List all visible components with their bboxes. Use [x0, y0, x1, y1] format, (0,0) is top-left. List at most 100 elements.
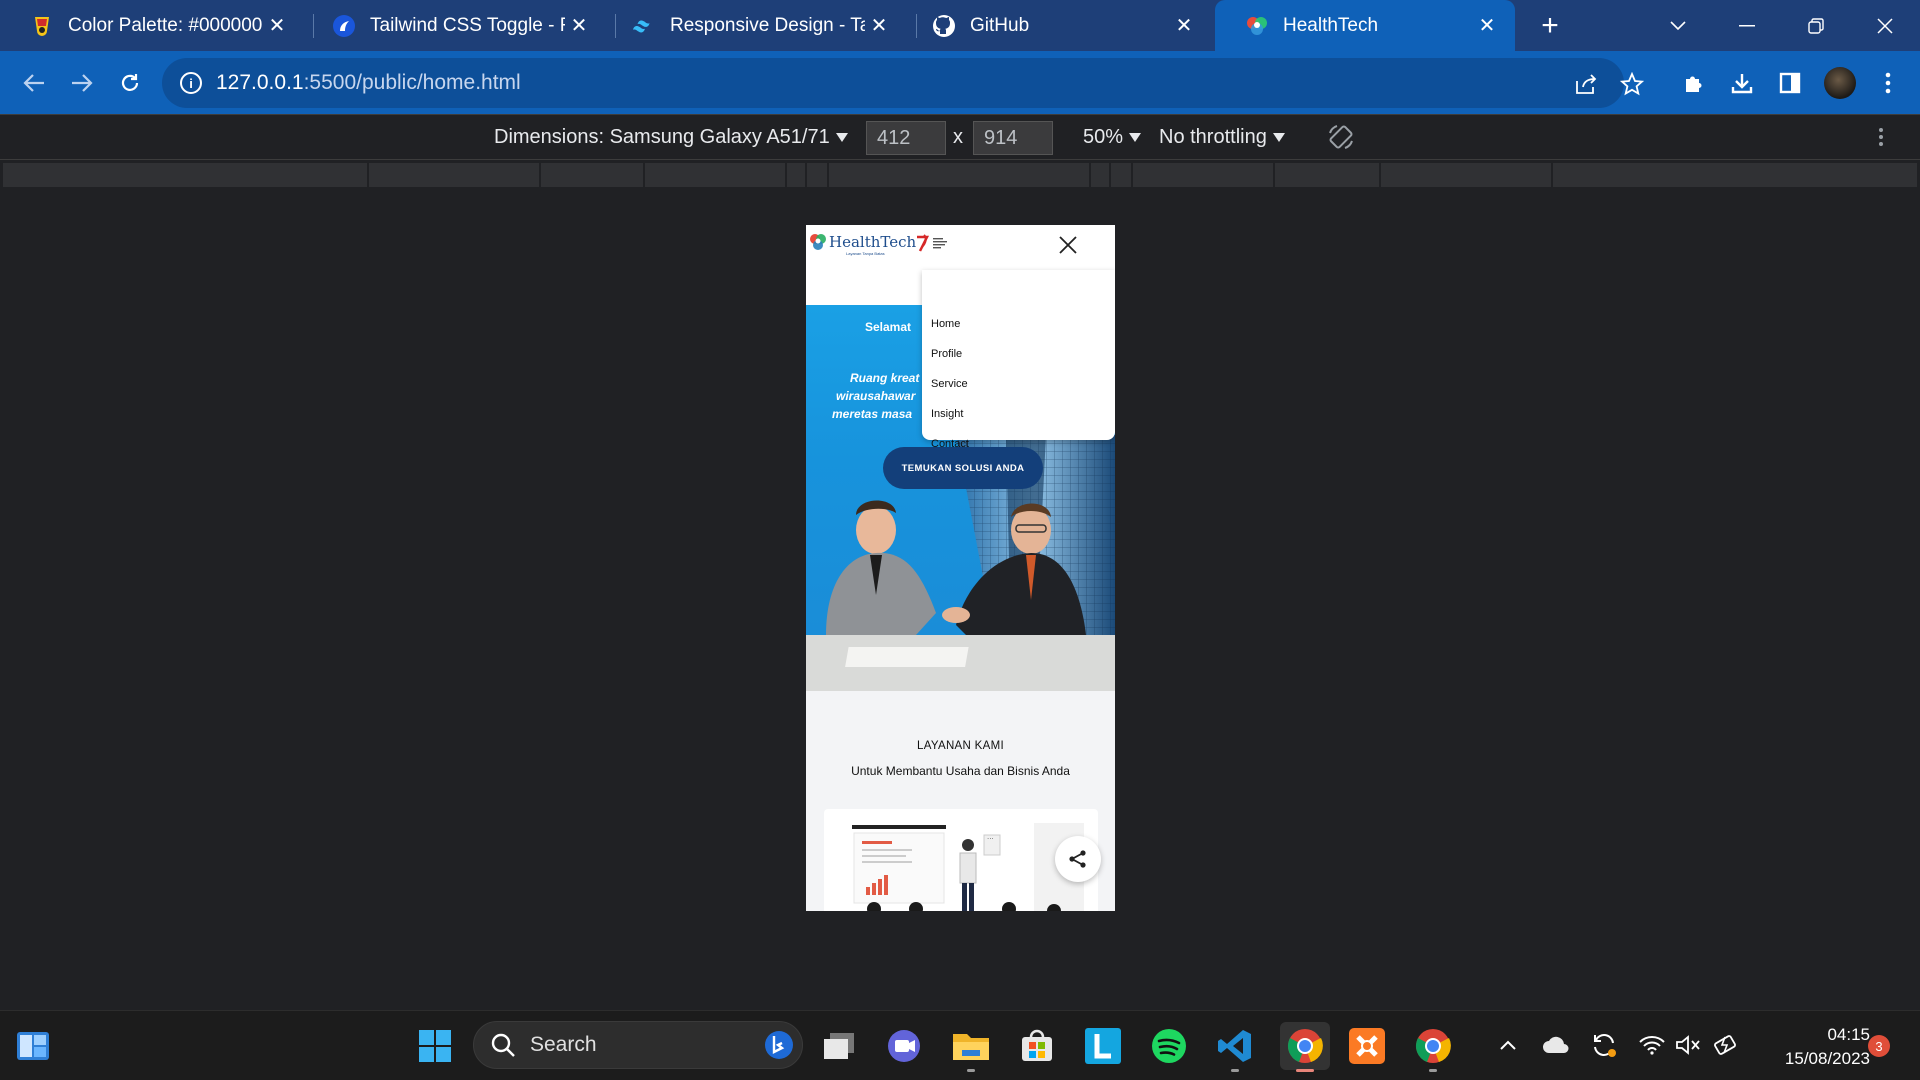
menu-item-profile[interactable]: Profile: [931, 348, 962, 360]
nav-dropdown-menu: Home Profile Service Insight Contact: [922, 270, 1115, 450]
notification-badge[interactable]: 3: [1868, 1035, 1890, 1057]
close-menu-icon[interactable]: [1056, 233, 1080, 257]
media-query-segment[interactable]: [1275, 163, 1379, 187]
close-tab-icon[interactable]: ✕: [865, 12, 893, 40]
teams-chat-icon[interactable]: [883, 1025, 925, 1067]
menu-item-contact[interactable]: Contact: [931, 438, 969, 450]
services-section: LAYANAN KAMI Untuk Membantu Usaha dan Bi…: [806, 691, 1115, 911]
restore-window-icon[interactable]: [1786, 0, 1846, 51]
taskbar-search[interactable]: Search: [473, 1021, 803, 1069]
viewport-width-input[interactable]: 412: [866, 121, 946, 155]
tab-healthtech[interactable]: HealthTech ✕: [1215, 0, 1515, 51]
clock-time: 04:15: [1827, 1025, 1870, 1044]
reload-button[interactable]: [106, 51, 154, 114]
tab-tailwind-toggle[interactable]: Tailwind CSS Toggle - Flow ✕: [302, 0, 607, 51]
close-tab-icon[interactable]: ✕: [1473, 12, 1501, 40]
close-tab-icon[interactable]: ✕: [1170, 12, 1198, 40]
show-hidden-icons[interactable]: [1492, 1029, 1524, 1061]
downloads-icon[interactable]: [1718, 51, 1766, 114]
search-icon: [491, 1033, 515, 1057]
tab-search-icon[interactable]: [1648, 0, 1708, 51]
close-tab-icon[interactable]: ✕: [263, 12, 291, 40]
running-indicator-active: [1296, 1069, 1314, 1072]
back-button[interactable]: [10, 51, 58, 114]
hero-tagline-line: Ruang kreat: [850, 371, 920, 385]
device-toolbar: Dimensions: Samsung Galaxy A51/71 412 x …: [0, 114, 1920, 160]
system-clock[interactable]: 04:15 15/08/2023: [1760, 1023, 1870, 1071]
media-query-segment[interactable]: [829, 163, 1089, 187]
microsoft-store-icon[interactable]: [1016, 1025, 1058, 1067]
widgets-icon[interactable]: [12, 1025, 54, 1067]
throttling-select[interactable]: No throttling: [1159, 115, 1285, 159]
close-tab-icon[interactable]: ✕: [565, 12, 593, 40]
dropdown-caret-icon: [1272, 132, 1285, 142]
browser-toolbar: i 127.0.0.1:5500/public/home.html: [0, 51, 1920, 114]
media-query-segment[interactable]: [369, 163, 539, 187]
url-path: :5500/public/home.html: [303, 71, 521, 94]
extensions-puzzle-icon[interactable]: [1670, 51, 1718, 114]
profile-avatar[interactable]: [1824, 67, 1856, 99]
close-window-icon[interactable]: [1855, 0, 1915, 51]
rotate-device-icon[interactable]: [1326, 115, 1356, 159]
xampp-icon[interactable]: [1346, 1025, 1388, 1067]
viewport-height-input[interactable]: 914: [973, 121, 1053, 155]
zoom-value: 50%: [1083, 125, 1124, 148]
new-tab-button[interactable]: +: [1520, 0, 1580, 51]
tab-github[interactable]: GitHub ✕: [902, 0, 1212, 51]
minimize-window-icon[interactable]: [1717, 0, 1777, 51]
clock-date: 15/08/2023: [1784, 1049, 1870, 1068]
viewport-height-value: 914: [984, 126, 1018, 149]
find-solution-button[interactable]: TEMUKAN SOLUSI ANDA: [883, 447, 1043, 489]
share-page-icon[interactable]: [1572, 70, 1600, 98]
address-bar[interactable]: i 127.0.0.1:5500/public/home.html: [162, 58, 1644, 108]
task-view-icon[interactable]: [818, 1025, 860, 1067]
viewport-width-value: 412: [877, 126, 911, 149]
media-query-segment[interactable]: [541, 163, 643, 187]
media-query-segment[interactable]: [1111, 163, 1131, 187]
start-windows-icon[interactable]: [414, 1025, 456, 1067]
site-info-icon[interactable]: i: [180, 72, 202, 94]
bing-icon[interactable]: [764, 1030, 794, 1060]
media-query-segment[interactable]: [807, 163, 827, 187]
media-query-segment[interactable]: [787, 163, 805, 187]
file-explorer-icon[interactable]: [950, 1025, 992, 1067]
side-panel-icon[interactable]: [1766, 51, 1814, 114]
media-query-bar: [0, 160, 1920, 190]
bookmark-star-icon[interactable]: [1618, 70, 1646, 98]
chrome-profile-icon[interactable]: [1412, 1025, 1454, 1067]
device-dimensions-select[interactable]: Dimensions: Samsung Galaxy A51/71: [494, 115, 848, 159]
menu-item-home[interactable]: Home: [931, 318, 960, 330]
media-query-segment[interactable]: [3, 163, 367, 187]
browser-menu-icon[interactable]: [1864, 51, 1912, 114]
l-app-icon[interactable]: [1082, 1025, 1124, 1067]
running-indicator: [967, 1069, 975, 1072]
battery-charging-icon[interactable]: [1710, 1029, 1742, 1061]
healthtech-logo-icon[interactable]: [809, 233, 827, 251]
spotify-icon[interactable]: [1148, 1025, 1190, 1067]
sync-update-icon[interactable]: [1588, 1029, 1620, 1061]
windows-taskbar: Search 04:15 15/08/2023 3: [0, 1010, 1920, 1080]
media-query-segment[interactable]: [1133, 163, 1273, 187]
tab-responsive-design[interactable]: Responsive Design - Tailw ✕: [602, 0, 907, 51]
media-query-segment[interactable]: [1091, 163, 1109, 187]
dropdown-caret-icon: [1129, 132, 1142, 142]
wifi-icon[interactable]: [1636, 1029, 1668, 1061]
tailwind-favicon-icon: [632, 14, 656, 38]
site-logo-text[interactable]: HealthTech: [829, 233, 916, 251]
zoom-select[interactable]: 50%: [1083, 115, 1142, 159]
vscode-icon[interactable]: [1214, 1025, 1256, 1067]
menu-item-service[interactable]: Service: [931, 378, 968, 390]
onedrive-cloud-icon[interactable]: [1540, 1029, 1572, 1061]
url-text: 127.0.0.1:5500/public/home.html: [216, 71, 521, 95]
chrome-active-icon[interactable]: [1280, 1022, 1330, 1070]
device-toolbar-more-icon[interactable]: [1878, 115, 1884, 159]
share-button[interactable]: [1055, 836, 1101, 882]
throttling-value: No throttling: [1159, 125, 1267, 148]
volume-muted-icon[interactable]: [1672, 1029, 1704, 1061]
media-query-segment[interactable]: [1381, 163, 1551, 187]
media-query-segment[interactable]: [645, 163, 785, 187]
menu-item-insight[interactable]: Insight: [931, 408, 963, 420]
forward-button[interactable]: [58, 51, 106, 114]
tab-color-palette[interactable]: Color Palette: #000000 #4 ✕: [0, 0, 305, 51]
media-query-segment[interactable]: [1553, 163, 1917, 187]
